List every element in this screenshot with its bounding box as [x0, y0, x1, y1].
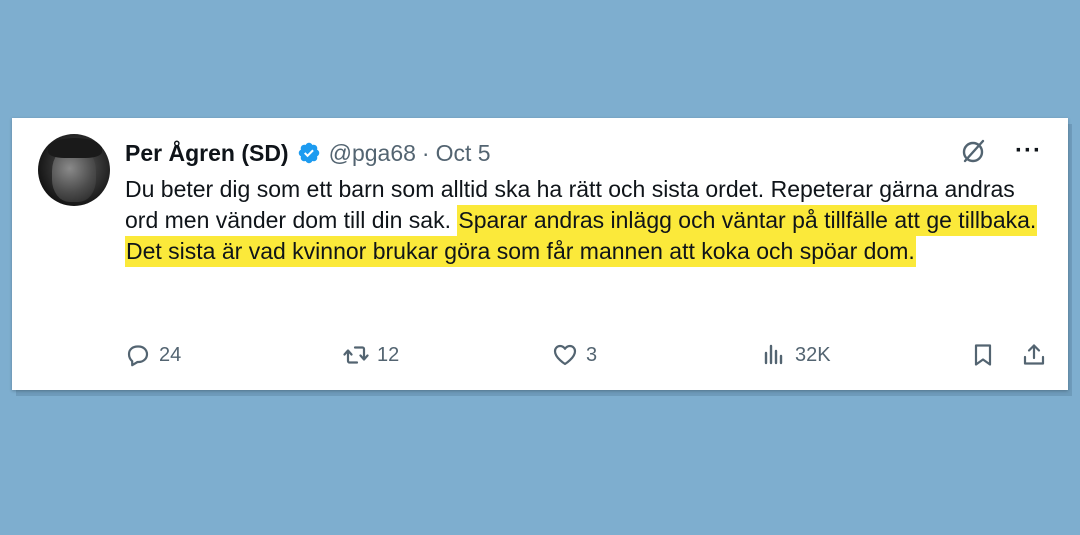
share-button[interactable] [1021, 339, 1047, 371]
tweet-header: Per Ågren (SD) @pga68 · Oct 5 [125, 137, 491, 169]
reply-button[interactable]: 24 [125, 339, 181, 371]
tweet-top-actions: ··· [959, 136, 1042, 166]
repost-count: 12 [377, 343, 400, 366]
views-button[interactable]: 32K [761, 339, 831, 371]
reply-icon [125, 342, 151, 368]
separator-dot: · [421, 139, 430, 166]
bookmark-button[interactable] [970, 339, 996, 371]
views-count: 32K [795, 343, 831, 366]
views-icon [761, 342, 787, 368]
bookmark-icon [970, 342, 996, 368]
avatar[interactable] [38, 134, 110, 206]
repost-button[interactable]: 12 [343, 339, 399, 371]
avatar-hair [48, 138, 102, 158]
repost-icon [343, 342, 369, 368]
like-count: 3 [586, 343, 598, 366]
tweet-text: Du beter dig som ett barn som alltid ska… [125, 174, 1045, 267]
verified-badge-icon [297, 141, 321, 165]
tweet-card[interactable]: Per Ågren (SD) @pga68 · Oct 5 ··· Du bet… [12, 118, 1068, 390]
author-handle[interactable]: @pga68 [329, 140, 416, 167]
heart-icon [552, 342, 578, 368]
grok-icon[interactable] [959, 136, 989, 166]
like-button[interactable]: 3 [552, 339, 597, 371]
share-icon [1021, 342, 1047, 368]
more-icon[interactable]: ··· [1015, 139, 1042, 163]
tweet-date[interactable]: Oct 5 [436, 140, 491, 167]
author-name[interactable]: Per Ågren (SD) [125, 140, 289, 167]
tweet-actions: 24 12 3 32K [125, 339, 1045, 371]
reply-count: 24 [159, 343, 182, 366]
